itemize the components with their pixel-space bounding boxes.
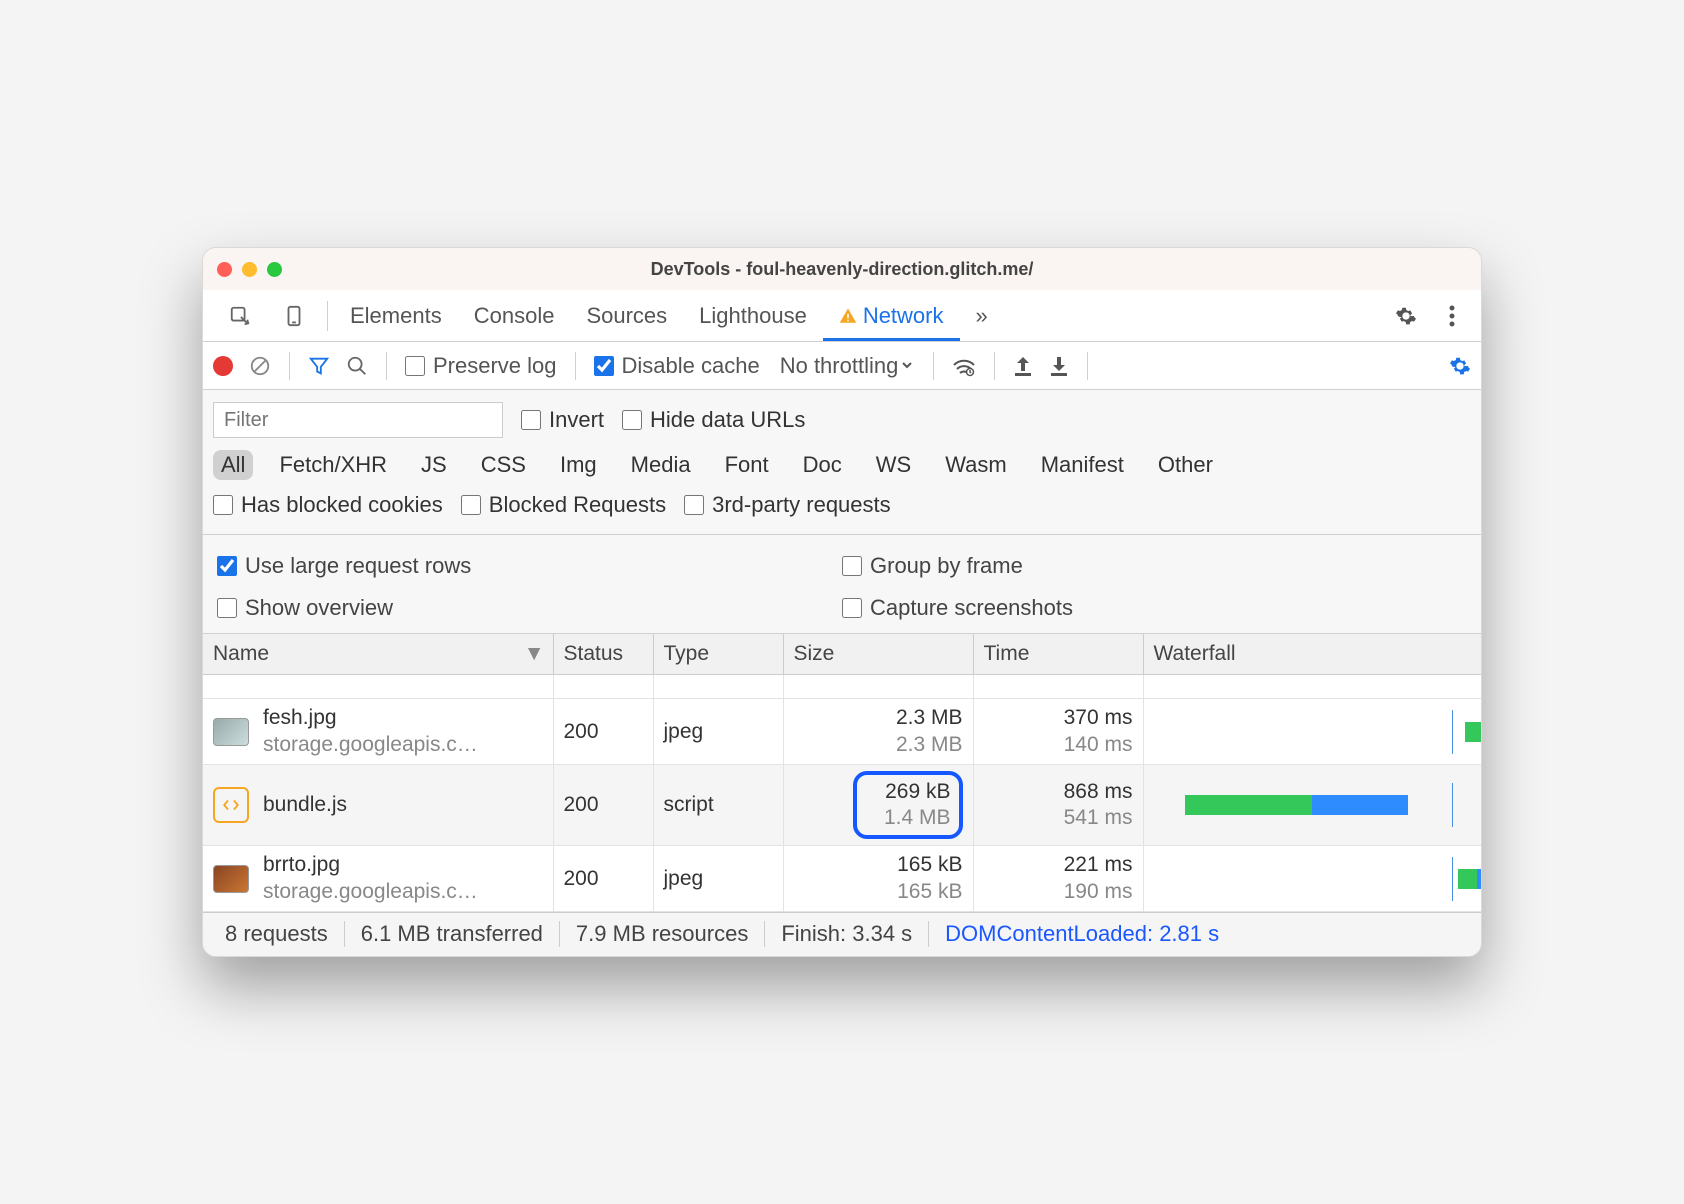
summary-finish: Finish: 3.34 s — [765, 921, 928, 947]
col-type[interactable]: Type — [653, 634, 783, 675]
filter-css[interactable]: CSS — [473, 450, 534, 480]
inspect-element-icon[interactable] — [213, 290, 267, 341]
table-row[interactable]: fesh.jpgstorage.googleapis.c… 200jpeg2.3 … — [203, 699, 1481, 765]
col-status[interactable]: Status — [553, 634, 653, 675]
record-button[interactable] — [213, 356, 233, 376]
group-by-frame-checkbox[interactable]: Group by frame — [842, 545, 1023, 587]
col-waterfall[interactable]: Waterfall — [1143, 634, 1481, 675]
waterfall-cell — [1143, 846, 1481, 912]
throttling-select[interactable]: No throttling — [776, 352, 915, 379]
titlebar: DevTools - foul-heavenly-direction.glitc… — [203, 248, 1481, 290]
summary-resources: 7.9 MB resources — [560, 921, 764, 947]
warning-icon — [839, 307, 857, 325]
search-icon[interactable] — [346, 355, 368, 377]
request-domain: storage.googleapis.c… — [263, 879, 478, 905]
size-cell: 269 kB1.4 MB — [783, 764, 973, 846]
script-file-icon — [213, 787, 249, 823]
filter-media[interactable]: Media — [623, 450, 699, 480]
filter-font[interactable]: Font — [717, 450, 777, 480]
filter-funnel-icon[interactable] — [308, 355, 330, 377]
size-cell: 165 kB165 kB — [783, 846, 973, 912]
upload-har-icon[interactable] — [1013, 355, 1033, 377]
summary-dcl: DOMContentLoaded: 2.81 s — [929, 921, 1235, 947]
download-har-icon[interactable] — [1049, 355, 1069, 377]
kebab-menu-icon[interactable] — [1433, 290, 1471, 341]
tab-console[interactable]: Console — [458, 290, 571, 341]
status-cell: 200 — [553, 764, 653, 846]
has-blocked-cookies-checkbox[interactable]: Has blocked cookies — [213, 492, 443, 518]
tab-elements[interactable]: Elements — [334, 290, 458, 341]
window-title: DevTools - foul-heavenly-direction.glitc… — [203, 259, 1481, 280]
image-thumbnail-icon — [213, 718, 249, 746]
highlighted-size: 269 kB1.4 MB — [853, 771, 963, 840]
status-cell: 200 — [553, 846, 653, 912]
more-tabs-button[interactable]: » — [960, 290, 1000, 341]
filter-other[interactable]: Other — [1150, 450, 1221, 480]
tab-network[interactable]: Network — [823, 290, 960, 341]
panel-tabs: Elements Console Sources Lighthouse Netw… — [203, 290, 1481, 342]
image-thumbnail-icon — [213, 865, 249, 893]
hide-data-urls-checkbox[interactable]: Hide data URLs — [622, 407, 805, 433]
type-cell: script — [653, 764, 783, 846]
filter-fetch-xhr[interactable]: Fetch/XHR — [271, 450, 395, 480]
size-cell: 2.3 MB2.3 MB — [783, 699, 973, 765]
tab-sources[interactable]: Sources — [570, 290, 683, 341]
request-name: fesh.jpg — [263, 705, 478, 731]
sort-caret-icon: ▼ — [524, 642, 545, 666]
type-cell: jpeg — [653, 699, 783, 765]
time-cell: 868 ms541 ms — [973, 764, 1143, 846]
capture-screenshots-checkbox[interactable]: Capture screenshots — [842, 587, 1073, 629]
col-name[interactable]: Name▼ — [203, 634, 553, 675]
filter-ws[interactable]: WS — [868, 450, 919, 480]
network-settings-gear-icon[interactable] — [1449, 355, 1471, 377]
network-conditions-icon[interactable] — [952, 355, 976, 377]
summary-transferred: 6.1 MB transferred — [345, 921, 559, 947]
filter-all[interactable]: All — [213, 450, 253, 480]
filter-js[interactable]: JS — [413, 450, 455, 480]
type-filter-row: All Fetch/XHR JS CSS Img Media Font Doc … — [213, 444, 1471, 486]
show-overview-checkbox[interactable]: Show overview — [217, 587, 393, 629]
waterfall-cell — [1143, 699, 1481, 765]
devtools-window: DevTools - foul-heavenly-direction.glitc… — [202, 247, 1482, 957]
network-toolbar: Preserve log Disable cache No throttling — [203, 342, 1481, 390]
filter-manifest[interactable]: Manifest — [1033, 450, 1132, 480]
display-options: Use large request rows Show overview Gro… — [203, 535, 1481, 634]
third-party-checkbox[interactable]: 3rd-party requests — [684, 492, 891, 518]
request-name: brrto.jpg — [263, 852, 478, 878]
request-domain: storage.googleapis.c… — [263, 732, 478, 758]
summary-bar: 8 requests 6.1 MB transferred 7.9 MB res… — [203, 912, 1481, 956]
invert-checkbox[interactable]: Invert — [521, 407, 604, 433]
table-row[interactable]: brrto.jpgstorage.googleapis.c… 200jpeg165… — [203, 846, 1481, 912]
settings-gear-icon[interactable] — [1379, 290, 1433, 341]
type-cell: jpeg — [653, 846, 783, 912]
large-rows-checkbox[interactable]: Use large request rows — [217, 545, 471, 587]
requests-table: Name▼ Status Type Size Time Waterfall fe… — [203, 634, 1481, 912]
device-toolbar-icon[interactable] — [267, 290, 321, 341]
tab-lighthouse[interactable]: Lighthouse — [683, 290, 823, 341]
col-size[interactable]: Size — [783, 634, 973, 675]
filter-wasm[interactable]: Wasm — [937, 450, 1015, 480]
clear-button[interactable] — [249, 355, 271, 377]
summary-requests: 8 requests — [209, 921, 344, 947]
filter-doc[interactable]: Doc — [795, 450, 850, 480]
blocked-requests-checkbox[interactable]: Blocked Requests — [461, 492, 666, 518]
filter-bar: Invert Hide data URLs All Fetch/XHR JS C… — [203, 390, 1481, 535]
table-row[interactable]: bundle.js 200script 269 kB1.4 MB868 ms541 … — [203, 764, 1481, 846]
time-cell: 221 ms190 ms — [973, 846, 1143, 912]
status-cell: 200 — [553, 699, 653, 765]
col-time[interactable]: Time — [973, 634, 1143, 675]
request-name: bundle.js — [263, 792, 347, 818]
waterfall-cell — [1143, 764, 1481, 846]
time-cell: 370 ms140 ms — [973, 699, 1143, 765]
filter-img[interactable]: Img — [552, 450, 605, 480]
disable-cache-checkbox[interactable]: Disable cache — [594, 353, 760, 379]
preserve-log-checkbox[interactable]: Preserve log — [405, 353, 557, 379]
filter-input[interactable] — [213, 402, 503, 438]
